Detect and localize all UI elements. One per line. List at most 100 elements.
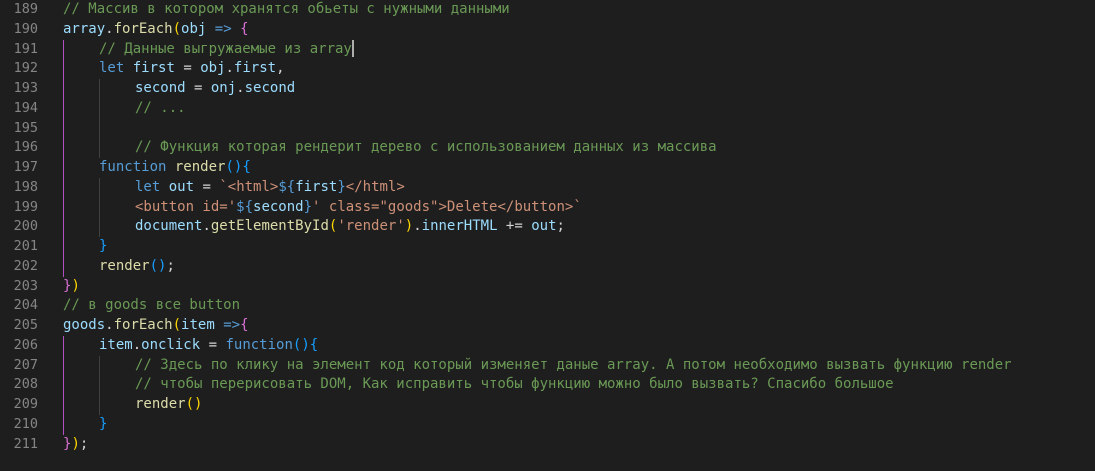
code-editor[interactable]: 189 // Массив в котором хранятся обьеты с… xyxy=(0,0,1095,471)
indent-guide xyxy=(99,177,100,198)
indent-guide xyxy=(63,98,64,119)
code-line[interactable]: 205 goods.forEach(item =>{ xyxy=(0,316,1095,336)
line-number: 194 xyxy=(13,99,38,116)
code-token: . xyxy=(236,80,245,96)
indent-guide xyxy=(63,355,64,376)
code-token: = xyxy=(194,178,220,195)
code-token: += xyxy=(497,218,532,235)
code-line[interactable]: 203}) xyxy=(0,277,1095,297)
code-token: first xyxy=(233,60,277,77)
code-token: 'render' xyxy=(337,218,405,235)
code-line[interactable]: 196 // Функция которая рендерит дерево с … xyxy=(0,138,1095,158)
code-line[interactable]: 198 let out = `<html>${first}</html> xyxy=(0,177,1095,198)
line-number: 211 xyxy=(13,435,38,452)
code-line[interactable]: 193 second = onj.second xyxy=(0,79,1095,99)
indent-guide xyxy=(63,138,64,158)
code-token: out xyxy=(168,178,195,195)
indent-guide xyxy=(99,79,100,99)
code-token: document xyxy=(135,218,203,235)
indent-guide xyxy=(63,335,64,356)
code-token: } xyxy=(99,238,108,254)
code-line[interactable]: 209 render() xyxy=(0,395,1095,415)
code-token: let xyxy=(135,178,161,195)
code-token: => xyxy=(223,317,241,333)
code-token: () xyxy=(149,257,167,274)
line-number: 209 xyxy=(13,396,38,412)
indent-guide xyxy=(63,158,64,178)
line-number: 201 xyxy=(13,238,38,254)
code-text: }) xyxy=(63,277,80,297)
code-text: function render(){ xyxy=(99,158,251,178)
code-token: second xyxy=(253,198,304,215)
code-text: // чтобы перерисовать DOM, Как исправить… xyxy=(135,375,894,395)
code-token: => xyxy=(214,20,232,37)
indent-guide xyxy=(63,217,64,237)
indent-guide xyxy=(63,118,64,139)
code-token: // Здесь по клику на элемент код который… xyxy=(135,356,1012,373)
code-token: render xyxy=(135,396,186,412)
line-number: 192 xyxy=(13,60,38,77)
code-text: // ... xyxy=(135,99,186,119)
code-line[interactable]: 195 xyxy=(0,118,1095,139)
code-token: ( xyxy=(172,317,182,333)
code-token: { xyxy=(240,20,249,37)
code-line[interactable]: 211}); xyxy=(0,435,1095,455)
indent-guide xyxy=(63,59,64,79)
code-text: render(); xyxy=(99,257,175,277)
code-text: let first = obj.first, xyxy=(99,59,285,79)
code-token: ) xyxy=(71,277,80,294)
code-token: onj xyxy=(210,80,237,96)
code-token: . xyxy=(225,60,234,77)
code-token: } xyxy=(303,198,313,215)
code-text: array.forEach(obj => { xyxy=(63,20,249,40)
indent-guide xyxy=(99,98,100,119)
indent-guide xyxy=(63,395,64,415)
indent-guide xyxy=(63,375,64,395)
code-token: obj xyxy=(200,60,226,77)
code-line[interactable]: 192 let first = obj.first, xyxy=(0,59,1095,79)
code-line[interactable]: 206 item.onclick = function(){ xyxy=(0,335,1095,356)
line-number: 203 xyxy=(13,277,38,294)
code-line[interactable]: 190 array.forEach(obj => { xyxy=(0,20,1095,40)
code-token: ; xyxy=(79,435,89,452)
code-token: let xyxy=(99,60,125,77)
indent-guide xyxy=(63,79,64,99)
code-token: innerHTML xyxy=(421,218,498,235)
code-line[interactable]: 202 render(); xyxy=(0,256,1095,277)
code-token: ) xyxy=(71,435,80,452)
code-line[interactable]: 200 document.getElementById('render').inn… xyxy=(0,217,1095,237)
code-line[interactable]: 208 // чтобы перерисовать DOM, Как исправ… xyxy=(0,375,1095,395)
code-text: second = onj.second xyxy=(135,79,295,99)
code-token: ${ xyxy=(236,198,254,215)
code-token: { xyxy=(240,317,249,333)
code-text: }); xyxy=(63,435,88,455)
code-token: , xyxy=(276,60,285,77)
code-token: html xyxy=(236,178,270,195)
code-token: . xyxy=(105,20,114,37)
code-line[interactable]: 204 // в goods все button xyxy=(0,296,1095,316)
code-line[interactable]: 207 // Здесь по клику на элемент код кото… xyxy=(0,355,1095,376)
code-token: } xyxy=(337,178,346,195)
code-text: // Данные выгружаемые из array xyxy=(99,40,354,60)
line-number: 207 xyxy=(13,356,38,373)
code-line[interactable]: 199 <button id='${second}' class="goods">… xyxy=(0,197,1095,218)
code-line[interactable]: 189 // Массив в котором хранятся обьеты с… xyxy=(0,0,1095,20)
indent-guide xyxy=(99,375,100,395)
code-line[interactable]: 201} xyxy=(0,237,1095,257)
line-number: 204 xyxy=(13,297,38,314)
indent-guide xyxy=(63,197,64,218)
line-number: 200 xyxy=(13,218,38,235)
code-text: } xyxy=(99,237,107,257)
code-line[interactable]: 191 // Данные выгружаемые из array xyxy=(0,39,1095,60)
code-token: render xyxy=(99,257,150,274)
code-token: function xyxy=(225,336,293,353)
code-token: first xyxy=(295,178,338,195)
code-line[interactable]: 210} xyxy=(0,414,1095,435)
code-line[interactable]: 194 // ... xyxy=(0,98,1095,119)
code-token: <button id=' xyxy=(135,198,237,215)
code-line[interactable]: 197 function render(){ xyxy=(0,158,1095,178)
